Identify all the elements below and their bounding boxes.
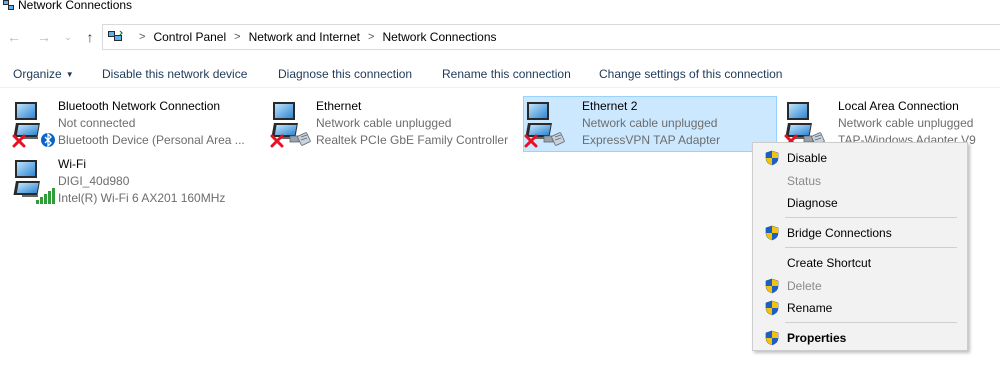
breadcrumb-separator-icon: >	[139, 31, 146, 43]
menu-item-label: Diagnose	[787, 196, 838, 210]
uac-shield-icon	[765, 278, 779, 294]
menu-separator	[785, 217, 957, 218]
context-menu: Disable Status Diagnose Bridge Connectio…	[752, 142, 968, 351]
uac-shield-icon	[765, 225, 779, 241]
ethernet-adapter-icon	[784, 100, 826, 148]
connection-item-bluetooth[interactable]: Bluetooth Network Connection Not connect…	[0, 96, 262, 152]
address-bar[interactable]: > Control Panel > Network and Internet >…	[102, 24, 1000, 50]
connection-name: Local Area Connection	[838, 99, 959, 113]
connection-device: Bluetooth Device (Personal Area ...	[58, 133, 245, 147]
menu-item-rename[interactable]: Rename	[755, 297, 965, 319]
connection-name: Wi-Fi	[58, 157, 86, 171]
breadcrumb-network-connections[interactable]: Network Connections	[382, 30, 496, 44]
menu-item-label: Bridge Connections	[787, 226, 892, 240]
breadcrumb-separator-icon: >	[234, 31, 241, 43]
menu-item-properties[interactable]: Properties	[755, 327, 965, 349]
ethernet-adapter-icon	[270, 100, 312, 148]
menu-item-label: Disable	[787, 151, 828, 165]
menu-item-diagnose[interactable]: Diagnose	[755, 192, 965, 214]
menu-item-label: Delete	[787, 279, 822, 293]
rename-connection-button[interactable]: Rename this connection	[442, 67, 571, 81]
connection-status: DIGI_40d980	[58, 174, 130, 188]
recent-locations-chevron-icon[interactable]: ⌄	[60, 28, 76, 46]
connection-status: Network cable unplugged	[838, 116, 974, 130]
back-arrow-icon[interactable]: ←	[6, 28, 22, 46]
connection-status: Not connected	[58, 116, 136, 130]
breadcrumb-network-and-internet[interactable]: Network and Internet	[249, 30, 360, 44]
ethernet-adapter-icon	[524, 100, 566, 148]
menu-item-label: Status	[787, 174, 822, 188]
connection-status: Network cable unplugged	[582, 116, 718, 130]
connection-item-ethernet-2[interactable]: Ethernet 2 Network cable unplugged Expre…	[523, 96, 777, 152]
menu-separator	[785, 322, 957, 323]
dropdown-caret-icon: ▼	[65, 70, 74, 79]
connection-item-ethernet[interactable]: Ethernet Network cable unplugged Realtek…	[258, 96, 520, 152]
connection-device: Realtek PCIe GbE Family Controller	[316, 133, 509, 147]
forward-arrow-icon[interactable]: →	[36, 28, 52, 46]
title-bar: Network Connections	[0, 0, 1000, 14]
menu-item-bridge-connections[interactable]: Bridge Connections	[755, 222, 965, 244]
connection-status: Network cable unplugged	[316, 116, 452, 130]
navigation-bar: ← → ⌄ ↑ > Control Panel > Network and In…	[0, 22, 1000, 52]
bluetooth-adapter-icon	[12, 100, 55, 148]
connection-name: Ethernet 2	[582, 99, 638, 113]
menu-separator	[785, 247, 957, 248]
network-location-icon	[108, 30, 123, 41]
uac-shield-icon	[765, 300, 779, 316]
breadcrumb-control-panel[interactable]: Control Panel	[153, 30, 226, 44]
connection-device: ExpressVPN TAP Adapter	[582, 133, 721, 147]
up-arrow-icon[interactable]: ↑	[82, 28, 98, 46]
network-connections-app-icon	[3, 0, 14, 10]
menu-item-status: Status	[755, 170, 965, 192]
breadcrumb-separator-icon: >	[368, 31, 375, 43]
menu-item-create-shortcut[interactable]: Create Shortcut	[755, 252, 965, 274]
window-title: Network Connections	[18, 0, 133, 12]
connection-name: Bluetooth Network Connection	[58, 99, 221, 113]
menu-item-delete: Delete	[755, 275, 965, 297]
menu-item-label: Create Shortcut	[787, 256, 872, 270]
change-settings-button[interactable]: Change settings of this connection	[599, 67, 782, 81]
connection-item-wifi[interactable]: Wi-Fi DIGI_40d980 Intel(R) Wi-Fi 6 AX201…	[0, 154, 262, 210]
menu-item-label: Properties	[787, 331, 847, 345]
connection-name: Ethernet	[316, 99, 362, 113]
menu-item-disable[interactable]: Disable	[755, 147, 965, 169]
diagnose-connection-button[interactable]: Diagnose this connection	[278, 67, 412, 81]
organize-button[interactable]: Organize ▼	[13, 67, 74, 81]
connection-device: Intel(R) Wi-Fi 6 AX201 160MHz	[58, 191, 226, 205]
uac-shield-icon	[765, 150, 779, 166]
command-bar: Organize ▼ Disable this network device Di…	[0, 60, 1000, 88]
menu-item-label: Rename	[787, 301, 833, 315]
wifi-adapter-icon	[12, 158, 55, 204]
disable-device-button[interactable]: Disable this network device	[102, 67, 247, 81]
organize-label: Organize	[13, 67, 62, 81]
uac-shield-icon	[765, 330, 779, 346]
